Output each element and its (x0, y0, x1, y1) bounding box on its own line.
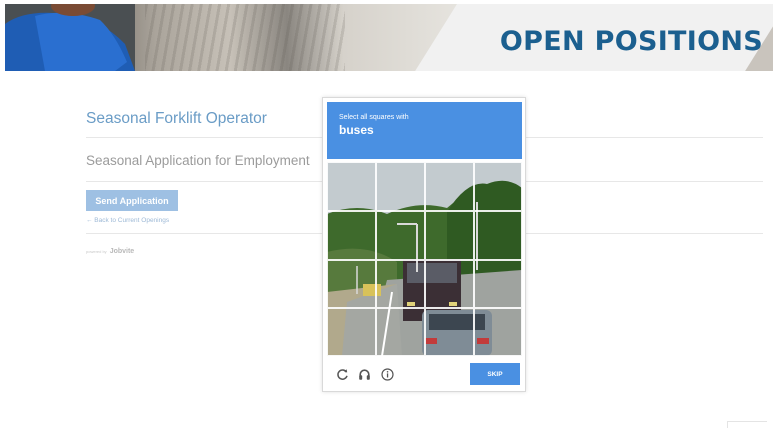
captcha-image-grid (327, 162, 522, 356)
captcha-tile[interactable] (425, 211, 474, 260)
job-title: Seasonal Forklift Operator (86, 110, 267, 127)
captcha-tile[interactable] (327, 162, 376, 211)
captcha-tile[interactable] (425, 308, 474, 356)
captcha-header: Select all squares with buses (327, 102, 522, 159)
reload-icon[interactable] (335, 367, 349, 381)
powered-by-label: powered by (86, 249, 107, 254)
captcha-tile[interactable] (327, 211, 376, 260)
captcha-tile[interactable] (376, 162, 425, 211)
captcha-tile[interactable] (327, 260, 376, 308)
captcha-tile[interactable] (474, 162, 522, 211)
back-to-openings-link[interactable]: ← Back to Current Openings (86, 217, 169, 224)
send-application-button[interactable]: Send Application (86, 190, 178, 211)
skip-button[interactable]: SKIP (470, 363, 520, 385)
powered-by: powered by Jobvite (86, 248, 134, 255)
captcha-tile[interactable] (376, 260, 425, 308)
audio-icon[interactable] (357, 367, 371, 381)
banner-photo (5, 4, 475, 71)
jobvite-logo[interactable]: Jobvite (110, 248, 135, 255)
application-form-title: Seasonal Application for Employment (86, 153, 310, 168)
captcha-footer: SKIP (327, 360, 522, 388)
captcha-dialog: Select all squares with buses SKIP (322, 97, 526, 392)
scroll-corner-tab[interactable] (727, 421, 767, 428)
captcha-tile[interactable] (376, 211, 425, 260)
captcha-instruction: Select all squares with (339, 114, 409, 121)
info-icon[interactable] (380, 367, 394, 381)
captcha-tile[interactable] (376, 308, 425, 356)
captcha-tile[interactable] (425, 260, 474, 308)
person-photo (5, 4, 135, 71)
header-banner: OPEN POSITIONS (5, 4, 773, 71)
page-title: OPEN POSITIONS (499, 26, 763, 57)
captcha-tile[interactable] (425, 162, 474, 211)
captcha-tile[interactable] (474, 211, 522, 260)
captcha-target: buses (339, 123, 374, 137)
captcha-tile[interactable] (474, 260, 522, 308)
captcha-tile[interactable] (327, 308, 376, 356)
captcha-tile[interactable] (474, 308, 522, 356)
